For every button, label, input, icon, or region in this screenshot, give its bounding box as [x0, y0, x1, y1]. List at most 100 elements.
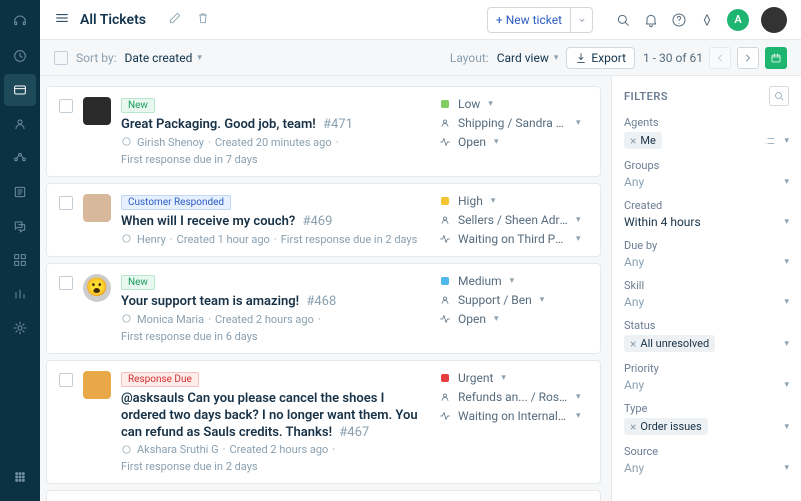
ticket-checkbox[interactable] [59, 99, 73, 113]
filter-value[interactable]: Any▾ [624, 175, 789, 189]
ticket-card[interactable]: Response Due @asksauls Can you please ca… [46, 360, 601, 485]
ticket-card[interactable]: Thank you so much for the holiday coupon… [46, 490, 601, 501]
rail-reports-icon[interactable] [4, 278, 36, 310]
priority-dropdown[interactable]: Low▾ [438, 97, 588, 111]
ticket-card[interactable]: Customer Responded When will I receive m… [46, 183, 601, 257]
rail-admin-icon[interactable] [4, 312, 36, 344]
requester-name: Akshara Sruthi G [137, 443, 219, 456]
rail-dashboard-icon[interactable] [4, 40, 36, 72]
rail-forums-icon[interactable] [4, 210, 36, 242]
workspace-avatar[interactable]: A [727, 9, 749, 31]
page-title: All Tickets [80, 12, 146, 28]
filter-value[interactable]: ×All unresolved▾ [624, 335, 789, 352]
ticket-card[interactable]: New Great Packaging. Good job, team! #47… [46, 86, 601, 177]
ticket-checkbox[interactable] [59, 196, 73, 210]
rail-apps-icon[interactable] [4, 244, 36, 276]
due-time: First response due in 2 days [281, 233, 418, 246]
filter-chip[interactable]: ×All unresolved [624, 335, 715, 352]
chip-remove-icon[interactable]: × [630, 421, 636, 433]
profile-avatar[interactable] [761, 7, 787, 33]
requester-avatar [83, 97, 111, 125]
ticket-card[interactable]: 😮 New Your support team is amazing! #468… [46, 263, 601, 354]
rail-tickets-icon[interactable] [4, 74, 36, 106]
filter-value[interactable]: Any▾ [624, 378, 789, 392]
ticket-subject[interactable]: @asksauls Can you please cancel the shoe… [121, 391, 428, 442]
priority-dropdown[interactable]: High▾ [438, 194, 588, 208]
title-actions [168, 11, 210, 29]
requester-avatar: 😮 [83, 274, 111, 302]
due-time: First response due in 2 days [121, 460, 258, 473]
status-dropdown[interactable]: Open▾ [438, 135, 588, 149]
menu-icon[interactable] [54, 10, 70, 30]
filter-value[interactable]: Any▾ [624, 461, 789, 475]
agent-dropdown[interactable]: Shipping / Sandra J. ...▾ [438, 116, 588, 130]
status-dropdown[interactable]: Waiting on Internal team▾ [438, 409, 588, 423]
agent-dropdown[interactable]: Sellers / Sheen Adri...▾ [438, 213, 588, 227]
filter-label: Status [624, 319, 789, 332]
ticket-checkbox[interactable] [59, 373, 73, 387]
delete-icon[interactable] [196, 11, 210, 29]
filter-value[interactable]: ×Order issues▾ [624, 418, 789, 435]
ticket-id: #468 [303, 294, 336, 309]
rail-social-icon[interactable] [4, 142, 36, 174]
new-ticket-dropdown[interactable] [570, 8, 592, 32]
chip-remove-icon[interactable]: × [630, 338, 636, 350]
source-icon [121, 444, 133, 456]
ticket-subject[interactable]: Great Packaging. Good job, team! #471 [121, 117, 428, 134]
sort-label: Sort by: [76, 51, 117, 65]
status-badge: Customer Responded [121, 195, 231, 210]
priority-dropdown[interactable]: Medium▾ [438, 274, 588, 288]
ticket-id: #471 [320, 117, 353, 132]
due-time: First response due in 7 days [121, 153, 258, 166]
priority-dropdown[interactable]: Urgent▾ [438, 371, 588, 385]
help-icon[interactable] [671, 12, 687, 28]
status-dropdown[interactable]: Open▾ [438, 312, 588, 326]
filter-group: GroupsAny▾ [624, 159, 789, 189]
edit-icon[interactable] [168, 11, 182, 29]
source-icon [121, 313, 133, 325]
ticket-meta: Akshara Sruthi G ·Created 2 hours ago ·F… [121, 443, 428, 473]
topbar-right: A [615, 7, 787, 33]
main: All Tickets + New ticket A Sort by: [40, 0, 801, 501]
source-icon [121, 136, 133, 148]
filter-value[interactable]: Any▾ [624, 255, 789, 269]
rail-headset-icon[interactable] [4, 6, 36, 38]
agent-dropdown[interactable]: Support / Ben▾ [438, 293, 588, 307]
select-all-checkbox[interactable] [54, 51, 68, 65]
ticket-subject[interactable]: When will I receive my couch? #469 [121, 214, 428, 231]
filter-label: Due by [624, 239, 789, 252]
ticket-checkbox[interactable] [59, 276, 73, 290]
rail-contacts-icon[interactable] [4, 108, 36, 140]
page-next[interactable] [737, 47, 759, 69]
filter-group: SkillAny▾ [624, 279, 789, 309]
chip-remove-icon[interactable]: × [630, 135, 636, 147]
filter-value[interactable]: ×Me▾ [624, 132, 789, 149]
notifications-icon[interactable] [643, 12, 659, 28]
status-dropdown[interactable]: Waiting on Third Party▾ [438, 232, 588, 246]
filter-chip[interactable]: ×Order issues [624, 418, 708, 435]
sort-dropdown[interactable]: Date created▾ [125, 51, 202, 65]
requester-name: Henry [137, 233, 166, 246]
filter-chip[interactable]: ×Me [624, 132, 662, 149]
agent-dropdown[interactable]: Refunds an... / Rosaline A...▾ [438, 390, 588, 404]
freshworks-icon[interactable] [699, 12, 715, 28]
filter-value[interactable]: Within 4 hours▾ [624, 215, 789, 229]
new-ticket-button[interactable]: + New ticket [488, 8, 570, 32]
export-button[interactable]: Export [566, 47, 635, 69]
calendar-view-button[interactable] [765, 47, 787, 69]
page-prev[interactable] [709, 47, 731, 69]
filter-label: Source [624, 445, 789, 458]
filter-label: Created [624, 199, 789, 212]
due-time: First response due in 6 days [121, 330, 258, 343]
filter-group: PriorityAny▾ [624, 362, 789, 392]
filters-search-icon[interactable] [769, 86, 789, 106]
rail-launcher-icon[interactable] [4, 461, 36, 493]
topbar: All Tickets + New ticket A [40, 0, 801, 40]
filter-value[interactable]: Any▾ [624, 295, 789, 309]
search-icon[interactable] [615, 12, 631, 28]
ticket-subject[interactable]: Your support team is amazing! #468 [121, 294, 428, 311]
ticket-meta: Henry ·Created 1 hour ago ·First respons… [121, 233, 428, 246]
layout-dropdown[interactable]: Card view▾ [497, 51, 559, 65]
rail-solutions-icon[interactable] [4, 176, 36, 208]
list-toolbar: Sort by: Date created▾ Layout: Card view… [40, 40, 801, 76]
